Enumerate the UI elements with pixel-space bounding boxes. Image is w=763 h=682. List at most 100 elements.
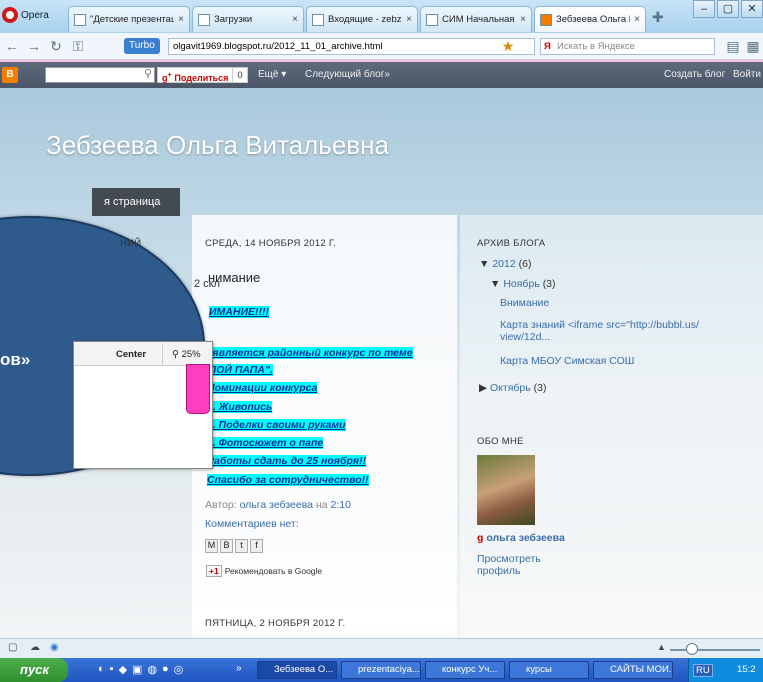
- archive-month[interactable]: ▼ Ноябрь (3): [490, 278, 556, 290]
- pink-button[interactable]: [186, 364, 210, 414]
- app-icon[interactable]: ●: [162, 663, 169, 676]
- opera-icon[interactable]: ◎: [174, 663, 184, 676]
- time-link[interactable]: 2:10: [331, 499, 351, 511]
- reload-icon[interactable]: ↻: [48, 38, 64, 54]
- close-tab-icon[interactable]: ×: [634, 14, 640, 25]
- app-icon[interactable]: ◍: [147, 663, 157, 676]
- mail-icon: [312, 13, 324, 26]
- taskbar-item[interactable]: prezentaciya...: [341, 661, 421, 679]
- new-tab-icon[interactable]: ✚: [652, 9, 664, 26]
- post-text: 3. Фотосюжет о папе: [207, 437, 324, 449]
- back-icon[interactable]: ←: [4, 38, 20, 54]
- next-blog-link[interactable]: Следующий блог»: [305, 69, 390, 80]
- more-menu[interactable]: Ещё ▾: [258, 69, 286, 80]
- zoom-level[interactable]: ⚲ 25%: [172, 349, 201, 360]
- zoom-slider[interactable]: [670, 649, 760, 651]
- zoom-slider-handle[interactable]: [686, 643, 698, 655]
- tools-icon[interactable]: ▦: [745, 38, 761, 54]
- share-count: 0: [232, 67, 248, 83]
- cloud-icon[interactable]: ☁: [30, 642, 40, 653]
- plus-one-row: +1 Рекомендовать в Google: [206, 565, 322, 577]
- taskbar-item[interactable]: конкурс Уч...: [425, 661, 505, 679]
- post-text: 1. Живопись: [207, 401, 273, 413]
- triangle-down-icon: ▼: [490, 278, 501, 290]
- ie-icon[interactable]: ◐: [98, 663, 105, 676]
- search-icon[interactable]: ⚲: [144, 67, 152, 80]
- pink-label: 2 скл: [194, 278, 221, 290]
- clock[interactable]: 15:2: [737, 664, 756, 675]
- status-bar: ▢ ☁ ◉ ▲: [0, 638, 763, 658]
- download-icon: [198, 13, 210, 26]
- taskbar: пуск ◐ ▪ ◆ ▣ ◍ ● ◎ » Зебзеева О... prezentaciy…: [0, 658, 763, 682]
- post-date: СРЕДА, 14 НОЯБРЯ 2012 Г.: [205, 238, 337, 249]
- close-window-icon[interactable]: ✕: [741, 0, 763, 18]
- left-text-fragment: ов»: [0, 350, 31, 369]
- language-indicator[interactable]: RU: [693, 664, 713, 677]
- page-icon: [74, 13, 86, 26]
- profile-name[interactable]: g ольга зебзеева: [477, 532, 565, 544]
- left-heading-fragment: НИЙ: [120, 238, 142, 249]
- opera-menu-button[interactable]: Opera: [2, 4, 62, 26]
- close-tab-icon[interactable]: ×: [406, 14, 412, 25]
- post-text: Работы сдать до 25 ноября!!: [207, 455, 367, 467]
- app-icon[interactable]: ◆: [119, 663, 127, 676]
- archive-post-link[interactable]: Карта МБОУ Симская СОШ: [500, 355, 634, 367]
- minimize-icon[interactable]: –: [693, 0, 715, 18]
- tab-1[interactable]: "Детские презентац...×: [68, 6, 190, 32]
- tab-3[interactable]: Входящие - zebzeev...×: [306, 6, 418, 32]
- chevron-icon[interactable]: »: [236, 663, 242, 674]
- maximize-icon[interactable]: ▢: [717, 0, 739, 18]
- taskbar-item[interactable]: САЙТЫ МОИ...: [593, 661, 673, 679]
- url-field[interactable]: olgavit1969.blogspot.ru/2012_11_01_archi…: [168, 38, 535, 55]
- archive-post-link[interactable]: Внимание: [500, 297, 549, 309]
- post-text: 2. Поделки своими руками: [207, 419, 346, 431]
- author-link[interactable]: ольга зебзеева: [240, 499, 313, 511]
- facebook-icon[interactable]: f: [250, 539, 263, 553]
- view-profile-link[interactable]: Просмотреть профиль: [477, 553, 557, 577]
- tab-5-active[interactable]: Зебзеева Ольга Вит...×: [534, 6, 646, 32]
- save-icon[interactable]: ▪: [110, 663, 114, 676]
- turbo-status-icon[interactable]: ◉: [50, 642, 59, 653]
- center-button[interactable]: Center: [116, 349, 146, 360]
- twitter-icon[interactable]: t: [235, 539, 248, 553]
- forward-icon[interactable]: →: [26, 38, 42, 54]
- email-icon[interactable]: M: [205, 539, 218, 553]
- panel-toggle-icon[interactable]: ▢: [8, 642, 17, 653]
- plus-one-button[interactable]: +1: [206, 565, 222, 577]
- archive-year[interactable]: ▼ 2012 (6): [479, 258, 531, 270]
- archive-october[interactable]: ▶ Октябрь (3): [479, 382, 546, 394]
- tab-4[interactable]: СИМ Начальная школа×: [420, 6, 532, 32]
- google-plus-icon: g: [477, 532, 484, 544]
- taskbar-item[interactable]: Зебзеева О...: [257, 661, 337, 679]
- profile-photo[interactable]: [477, 455, 535, 525]
- close-tab-icon[interactable]: ×: [178, 14, 184, 25]
- close-tab-icon[interactable]: ×: [520, 14, 526, 25]
- post-text: ЛОЙ ПАПА".: [209, 364, 273, 376]
- share-button[interactable]: g+ Поделиться: [157, 67, 234, 83]
- rss-icon[interactable]: ★: [500, 38, 516, 54]
- tab-2[interactable]: Загрузки ×: [192, 6, 304, 32]
- taskbar-item[interactable]: курсы: [509, 661, 589, 679]
- page-icon: [426, 13, 438, 26]
- post-author-line: Автор: ольга зебзеева на 2:10: [205, 499, 351, 511]
- blog-this-icon[interactable]: B: [220, 539, 233, 553]
- create-blog-link[interactable]: Создать блог: [664, 69, 725, 80]
- comments-link[interactable]: Комментариев нет:: [205, 518, 299, 530]
- page-menu-icon[interactable]: ▤: [725, 38, 741, 54]
- search-input[interactable]: Искать в Яндексе: [540, 38, 715, 55]
- blog-page: Зебзеева Ольга Витальевна я страница АРХ…: [0, 88, 763, 638]
- blogger-logo-icon[interactable]: B: [2, 67, 18, 83]
- home-tab[interactable]: я страница: [92, 188, 180, 216]
- login-link[interactable]: Войти: [733, 69, 761, 80]
- blog-title[interactable]: Зебзеева Ольга Витальевна: [46, 130, 389, 161]
- key-icon[interactable]: ⚿: [70, 38, 86, 54]
- turbo-button[interactable]: Turbo: [124, 38, 160, 54]
- quick-launch: ◐ ▪ ◆ ▣ ◍ ● ◎: [98, 663, 183, 676]
- zoom-icon: ▲: [657, 642, 666, 652]
- blog-search-input[interactable]: [45, 67, 155, 83]
- archive-post-link[interactable]: Карта знаний <iframe src="http://bubbl.u…: [500, 319, 720, 343]
- start-button[interactable]: пуск: [0, 658, 68, 682]
- post-text: Номинации конкурса: [207, 382, 318, 394]
- close-tab-icon[interactable]: ×: [292, 14, 298, 25]
- app-icon[interactable]: ▣: [132, 663, 142, 676]
